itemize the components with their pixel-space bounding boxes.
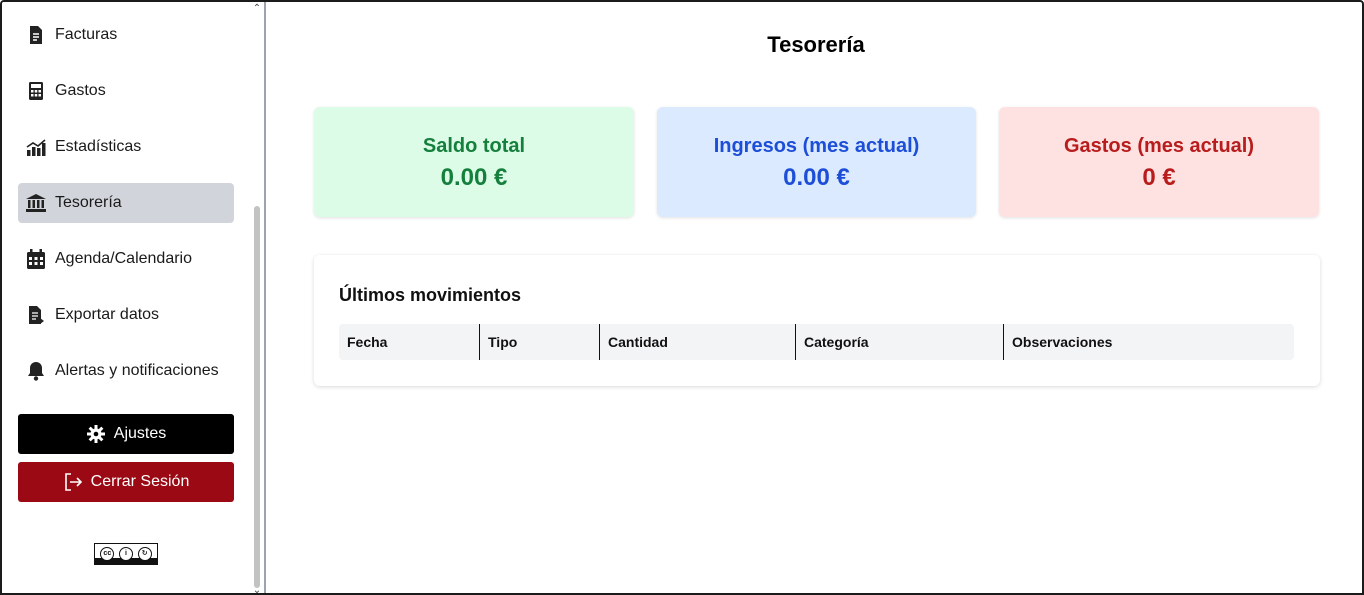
sidebar-item-exportar[interactable]: Exportar datos	[18, 295, 234, 335]
scroll-down-icon[interactable]: ⌄	[252, 586, 262, 594]
cc-license-logo: cc i ↻	[94, 543, 158, 565]
sidebar-item-label: Alertas y notificaciones	[55, 362, 219, 379]
sidebar-item-label: Exportar datos	[55, 306, 160, 323]
card-label: Gastos (mes actual)	[1063, 135, 1255, 157]
invoice-icon	[26, 25, 46, 45]
column-header-cantidad[interactable]: Cantidad	[600, 324, 796, 360]
sidebar-item-label: Tesorería	[55, 194, 122, 211]
latest-movements-panel: Últimos movimientos Fecha Tipo Cantidad …	[314, 255, 1320, 386]
app-window: Facturas Gastos Estadísticas Tesorería A…	[0, 0, 1364, 595]
movements-table-header: Fecha Tipo Cantidad Categoría Observacio…	[339, 324, 1294, 360]
logout-label: Cerrar Sesión	[90, 473, 190, 490]
chart-icon	[26, 137, 46, 157]
calculator-icon	[26, 81, 46, 101]
sidebar-item-label: Agenda/Calendario	[55, 250, 192, 267]
sidebar-item-facturas[interactable]: Facturas	[18, 15, 234, 55]
sidebar-item-label: Gastos	[55, 82, 106, 99]
sidebar-item-gastos[interactable]: Gastos	[18, 71, 234, 111]
expenses-card: Gastos (mes actual) 0 €	[999, 107, 1319, 217]
share-alike-icon: ↻	[137, 547, 152, 561]
calendar-icon	[26, 249, 46, 269]
sidebar: Facturas Gastos Estadísticas Tesorería A…	[2, 2, 266, 594]
sidebar-item-estadisticas[interactable]: Estadísticas	[18, 127, 234, 167]
panel-title: Últimos movimientos	[339, 285, 522, 305]
column-header-categoria[interactable]: Categoría	[796, 324, 1004, 360]
card-label: Saldo total	[422, 135, 526, 157]
column-header-fecha[interactable]: Fecha	[339, 324, 480, 360]
card-label: Ingresos (mes actual)	[713, 135, 920, 157]
card-value: 0 €	[1142, 164, 1176, 191]
sidebar-item-agenda[interactable]: Agenda/Calendario	[18, 239, 234, 279]
total-balance-card: Saldo total 0.00 €	[314, 107, 634, 217]
export-icon	[26, 305, 46, 325]
scroll-thumb[interactable]	[254, 206, 260, 588]
sidebar-item-label: Estadísticas	[55, 138, 142, 155]
sidebar-scrollbar[interactable]: ⌃ ⌄	[250, 2, 264, 594]
income-card: Ingresos (mes actual) 0.00 €	[657, 107, 976, 217]
column-header-tipo[interactable]: Tipo	[480, 324, 600, 360]
sidebar-item-alertas[interactable]: Alertas y notificaciones	[18, 351, 234, 391]
page-title: Tesorería	[767, 32, 865, 57]
settings-button[interactable]: Ajustes	[18, 414, 234, 454]
logout-button[interactable]: Cerrar Sesión	[18, 462, 234, 502]
bell-icon	[26, 361, 46, 381]
logout-icon	[63, 472, 83, 492]
gear-icon	[86, 424, 106, 444]
sidebar-item-tesoreria[interactable]: Tesorería	[18, 183, 234, 223]
scroll-up-icon[interactable]: ⌃	[252, 4, 262, 14]
attribution-icon: i	[118, 547, 133, 561]
column-header-observaciones[interactable]: Observaciones	[1004, 324, 1294, 360]
settings-label: Ajustes	[113, 425, 167, 442]
card-value: 0.00 €	[783, 164, 850, 191]
card-value: 0.00 €	[440, 164, 508, 191]
bank-icon	[26, 193, 46, 213]
sidebar-item-label: Facturas	[55, 26, 118, 43]
main-content: Tesorería Saldo total 0.00 € Ingresos (m…	[266, 2, 1362, 593]
